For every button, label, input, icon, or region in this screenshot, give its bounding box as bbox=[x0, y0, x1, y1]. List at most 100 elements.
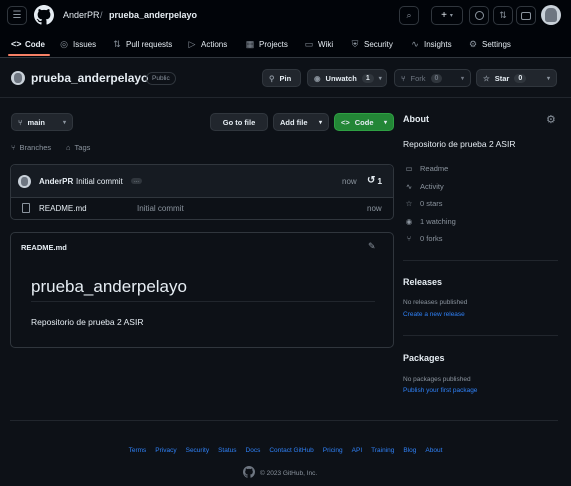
table-icon: ▦ bbox=[245, 38, 255, 49]
chevron-down-icon: ▾ bbox=[378, 75, 382, 82]
commit-author[interactable]: AnderPR bbox=[39, 177, 73, 186]
chevron-down-icon: ▾ bbox=[318, 119, 322, 126]
unwatch-button[interactable]: ◉ Unwatch 1 ▾ bbox=[307, 69, 387, 87]
sidebar-divider bbox=[403, 260, 558, 261]
fork-button[interactable]: ⑂ Fork 0 ▾ bbox=[394, 69, 471, 87]
fork-icon: ⑂ bbox=[401, 73, 406, 83]
edit-pencil-icon[interactable]: ✎ bbox=[368, 241, 376, 252]
readme-link[interactable]: ▭ Readme bbox=[404, 164, 448, 173]
footer-link-status[interactable]: Status bbox=[218, 447, 236, 454]
tags-link[interactable]: ⌂ Tags bbox=[66, 143, 90, 152]
packages-empty-text: No packages published bbox=[403, 376, 471, 383]
tab-settings[interactable]: ⚙ Settings bbox=[468, 37, 511, 51]
active-tab-indicator bbox=[8, 54, 50, 56]
readme-heading-rule bbox=[31, 301, 375, 302]
commit-history-link[interactable]: ↺ 1 bbox=[367, 175, 382, 186]
file-commit-message[interactable]: Initial commit bbox=[137, 204, 184, 213]
pin-icon: ⚲ bbox=[269, 73, 275, 83]
eye-icon: ◉ bbox=[314, 73, 321, 83]
watchers-link[interactable]: ◉ 1 watching bbox=[404, 217, 456, 226]
create-new-button[interactable]: + ▾ bbox=[431, 6, 463, 25]
pull-request-icon: ⇅ bbox=[113, 38, 121, 49]
stars-link[interactable]: ☆ 0 stars bbox=[404, 199, 443, 208]
file-name[interactable]: README.md bbox=[39, 204, 87, 213]
forks-link[interactable]: ⑂ 0 forks bbox=[404, 234, 443, 243]
issue-icon bbox=[474, 11, 484, 20]
footer-divider bbox=[10, 420, 558, 421]
footer-link-api[interactable]: API bbox=[352, 447, 362, 454]
star-button[interactable]: ☆ Star 0 ▾ bbox=[476, 69, 557, 87]
owner-avatar bbox=[11, 71, 25, 85]
menu-button[interactable]: ☰ bbox=[7, 6, 27, 25]
tab-code[interactable]: <> Code bbox=[11, 37, 45, 51]
search-button[interactable]: ⌕ bbox=[399, 6, 419, 25]
pulse-icon: ∿ bbox=[405, 182, 413, 191]
footer-link-terms[interactable]: Terms bbox=[129, 447, 147, 454]
pin-button[interactable]: ⚲ Pin bbox=[262, 69, 301, 87]
star-icon: ☆ bbox=[483, 73, 490, 83]
releases-title[interactable]: Releases bbox=[403, 277, 442, 287]
table-row[interactable]: README.md Initial commit now bbox=[11, 198, 393, 220]
shield-icon: ⛨ bbox=[351, 38, 359, 49]
graph-icon: ∿ bbox=[411, 38, 419, 49]
inbox-button[interactable] bbox=[516, 6, 536, 25]
repo-title[interactable]: prueba_anderpelayo bbox=[31, 71, 148, 85]
file-icon bbox=[22, 203, 30, 213]
file-browser: AnderPR Initial commit ... now ↺ 1 READM… bbox=[10, 164, 394, 220]
github-mark-icon[interactable] bbox=[243, 466, 255, 480]
footer-link-privacy[interactable]: Privacy bbox=[155, 447, 176, 454]
chevron-down-icon: ▾ bbox=[383, 119, 387, 126]
commit-expand-button[interactable]: ... bbox=[131, 178, 143, 184]
tab-security[interactable]: ⛨ Security bbox=[350, 37, 393, 51]
branch-icon: ⑂ bbox=[18, 117, 23, 127]
tab-pull-requests[interactable]: ⇅ Pull requests bbox=[112, 37, 172, 51]
add-file-button[interactable]: Add file ▾ bbox=[273, 113, 329, 131]
breadcrumb-separator: / bbox=[100, 10, 103, 20]
gear-icon: ⚙ bbox=[468, 38, 478, 49]
footer-link-docs[interactable]: Docs bbox=[246, 447, 261, 454]
go-to-file-button[interactable]: Go to file bbox=[210, 113, 268, 131]
history-icon: ↺ bbox=[367, 175, 376, 186]
tab-insights[interactable]: ∿ Insights bbox=[410, 37, 451, 51]
chevron-down-icon: ▾ bbox=[449, 13, 453, 19]
activity-link[interactable]: ∿ Activity bbox=[404, 182, 444, 191]
commit-message[interactable]: Initial commit bbox=[76, 177, 123, 186]
footer-link-security[interactable]: Security bbox=[186, 447, 209, 454]
inbox-icon bbox=[521, 11, 531, 20]
tab-issues[interactable]: ◎ Issues bbox=[59, 37, 96, 51]
footer-link-blog[interactable]: Blog bbox=[403, 447, 416, 454]
branch-selector[interactable]: ⑂ main ▾ bbox=[11, 113, 73, 131]
play-icon: ▷ bbox=[188, 38, 196, 49]
breadcrumb-owner[interactable]: AnderPR bbox=[63, 10, 100, 20]
create-release-link[interactable]: Create a new release bbox=[403, 311, 465, 318]
avatar[interactable] bbox=[541, 5, 561, 25]
code-button[interactable]: <> Code ▾ bbox=[334, 113, 394, 131]
breadcrumb-repo[interactable]: prueba_anderpelayo bbox=[109, 10, 197, 20]
readme-filename: README.md bbox=[21, 243, 67, 252]
tab-actions[interactable]: ▷ Actions bbox=[187, 37, 228, 51]
tab-wiki[interactable]: ▭ Wiki bbox=[304, 37, 333, 51]
pull-requests-button[interactable]: ⇅ bbox=[493, 6, 513, 25]
readme-body: Repositorio de prueba 2 ASIR bbox=[31, 317, 144, 327]
book-icon: ▭ bbox=[304, 38, 314, 49]
packages-title[interactable]: Packages bbox=[403, 353, 445, 363]
fork-icon: ⑂ bbox=[406, 234, 412, 243]
readme-panel: README.md ✎ prueba_anderpelayo Repositor… bbox=[10, 232, 394, 348]
publish-package-link[interactable]: Publish your first package bbox=[403, 387, 477, 394]
footer-link-about[interactable]: About bbox=[425, 447, 442, 454]
footer-link-pricing[interactable]: Pricing bbox=[323, 447, 343, 454]
chevron-down-icon: ▾ bbox=[546, 75, 550, 82]
footer-link-training[interactable]: Training bbox=[371, 447, 394, 454]
chevron-down-icon: ▾ bbox=[460, 75, 464, 82]
code-icon: <> bbox=[11, 39, 22, 49]
branches-link[interactable]: ⑂ Branches bbox=[11, 143, 51, 152]
issues-button[interactable] bbox=[469, 6, 489, 25]
releases-empty-text: No releases published bbox=[403, 299, 468, 306]
github-logo-icon[interactable] bbox=[34, 5, 54, 25]
search-icon: ⌕ bbox=[406, 10, 412, 20]
gear-icon[interactable]: ⚙ bbox=[546, 113, 556, 126]
footer-link-contact[interactable]: Contact GitHub bbox=[269, 447, 313, 454]
plus-icon: + bbox=[441, 10, 447, 21]
global-header: ☰ AnderPR / prueba_anderpelayo ⌕ + ▾ ⇅ <… bbox=[0, 0, 571, 58]
tab-projects[interactable]: ▦ Projects bbox=[245, 37, 288, 51]
